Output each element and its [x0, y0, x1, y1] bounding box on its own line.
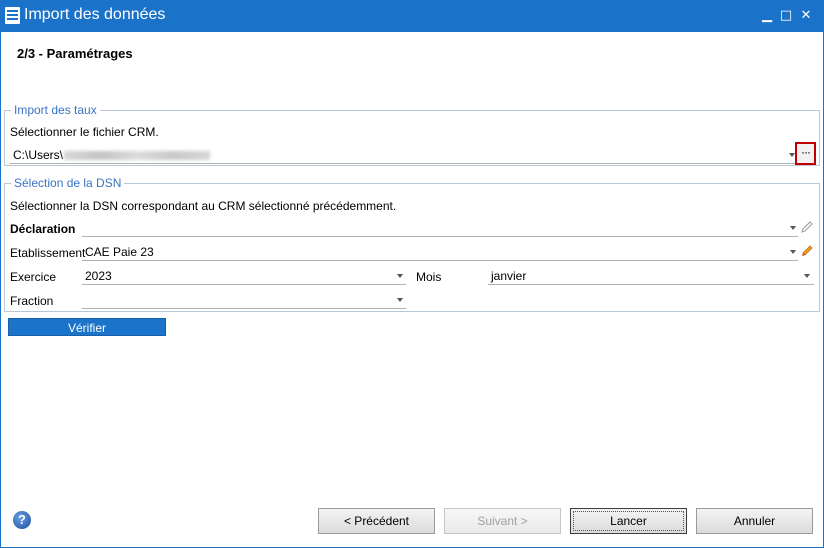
etablissement-label: Etablissement: [10, 246, 86, 260]
chevron-down-icon[interactable]: [397, 274, 403, 278]
exercice-label: Exercice: [10, 270, 57, 284]
verify-button[interactable]: Vérifier: [8, 318, 166, 336]
previous-button[interactable]: < Précédent: [318, 508, 435, 534]
edit-declaration-icon[interactable]: [800, 220, 814, 234]
mois-label: Mois: [416, 270, 442, 284]
launch-button[interactable]: Lancer: [570, 508, 687, 534]
step-title: 2/3 - Paramétrages: [17, 46, 133, 61]
select-crm-instruction: Sélectionner le fichier CRM.: [10, 125, 159, 139]
etablissement-select[interactable]: CAE Paie 23: [82, 243, 798, 261]
window-title: Import des données: [24, 6, 166, 23]
chevron-down-icon[interactable]: [397, 298, 403, 302]
file-path-prefix: C:\Users\: [13, 148, 64, 162]
app-icon: [5, 7, 20, 24]
close-button[interactable]: ✕: [796, 6, 816, 26]
crm-file-path-field[interactable]: C:\Users\: [10, 146, 802, 164]
chevron-down-icon[interactable]: [804, 274, 810, 278]
title-bar: Import des données ▁ □ ✕: [0, 0, 824, 32]
import-taux-legend: Import des taux: [11, 103, 100, 117]
fraction-select[interactable]: [82, 291, 406, 309]
minimize-button[interactable]: ▁: [757, 6, 777, 26]
maximize-button[interactable]: □: [776, 6, 796, 26]
next-button[interactable]: Suivant >: [444, 508, 561, 534]
cancel-button[interactable]: Annuler: [696, 508, 813, 534]
fraction-label: Fraction: [10, 294, 54, 308]
chevron-down-icon[interactable]: [790, 250, 796, 254]
declaration-select[interactable]: [82, 219, 798, 237]
select-dsn-instruction: Sélectionner la DSN correspondant au CRM…: [10, 199, 397, 213]
focus-ring: [573, 511, 684, 531]
browse-file-button[interactable]: ···: [795, 142, 816, 165]
edit-etablissement-icon[interactable]: [800, 244, 814, 258]
exercice-select[interactable]: 2023: [82, 267, 406, 285]
help-icon[interactable]: ?: [13, 511, 31, 529]
declaration-label: Déclaration: [10, 222, 76, 236]
mois-select[interactable]: janvier: [488, 267, 814, 285]
selection-dsn-legend: Sélection de la DSN: [11, 176, 125, 190]
redacted-path: [64, 151, 211, 161]
chevron-down-icon[interactable]: [790, 226, 796, 230]
